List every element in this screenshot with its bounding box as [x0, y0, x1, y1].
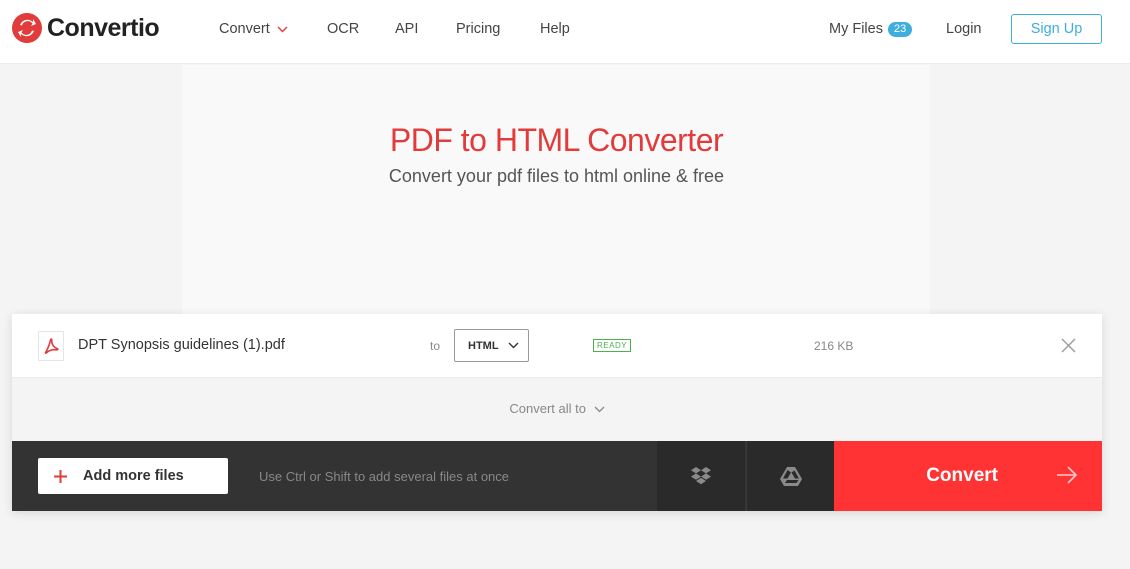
page-subtitle: Convert your pdf files to html online & … — [388, 166, 725, 186]
nav-convert-label: Convert — [219, 21, 270, 37]
my-files-label: My Files — [829, 21, 883, 37]
google-drive-button[interactable] — [746, 441, 834, 511]
page-title: PDF to HTML Converter — [389, 122, 724, 158]
to-label: to — [430, 339, 441, 353]
nav-ocr[interactable]: OCR — [327, 21, 359, 37]
convert-button-label: Convert — [926, 465, 998, 486]
multi-select-hint: Use Ctrl or Shift to add several files a… — [259, 469, 510, 484]
format-select-value: HTML — [468, 339, 499, 352]
nav-help[interactable]: Help — [540, 21, 570, 37]
chevron-down-icon — [594, 406, 605, 413]
file-row: DPT Synopsis guidelines (1).pdf to HTML … — [12, 314, 1102, 378]
nav-api[interactable]: API — [395, 21, 418, 37]
top-header: Convertio Convert OCR API Pricing Help M… — [0, 0, 1130, 64]
file-size: 216 KB — [814, 339, 854, 353]
convertio-logo-icon — [12, 13, 42, 43]
google-drive-icon — [779, 466, 802, 486]
signup-button[interactable]: Sign Up — [1011, 14, 1102, 44]
pdf-file-icon — [38, 331, 64, 361]
convert-all-label: Convert all to — [509, 401, 586, 416]
status-badge: READY — [593, 339, 632, 352]
dropbox-button[interactable] — [657, 441, 745, 511]
format-select[interactable]: HTML — [454, 329, 529, 362]
action-bar: Add more files Use Ctrl or Shift to add … — [12, 441, 1102, 511]
brand-name: Convertio — [47, 13, 160, 42]
add-more-files-button[interactable]: Add more files — [38, 458, 228, 494]
plus-icon — [54, 469, 67, 483]
login-link[interactable]: Login — [946, 21, 981, 37]
convert-all-row: Convert all to — [12, 378, 1102, 441]
close-icon[interactable] — [1060, 337, 1077, 354]
arrow-right-icon — [1057, 466, 1078, 484]
add-more-files-label: Add more files — [83, 468, 184, 484]
file-name: DPT Synopsis guidelines (1).pdf — [78, 337, 285, 353]
convert-all-dropdown[interactable]: Convert all to — [12, 401, 1102, 416]
chevron-down-icon — [508, 342, 519, 349]
dropbox-icon — [691, 467, 711, 485]
nav-pricing[interactable]: Pricing — [456, 21, 500, 37]
convert-button[interactable]: Convert — [834, 441, 1102, 511]
nav-convert[interactable]: Convert — [219, 21, 288, 37]
chevron-down-icon — [277, 26, 288, 32]
my-files-count-badge: 23 — [887, 21, 913, 37]
hero-background — [182, 65, 930, 315]
converter-panel: DPT Synopsis guidelines (1).pdf to HTML … — [12, 314, 1102, 511]
logo[interactable]: Convertio — [11, 12, 160, 44]
my-files-link[interactable]: My Files 23 — [829, 21, 913, 37]
